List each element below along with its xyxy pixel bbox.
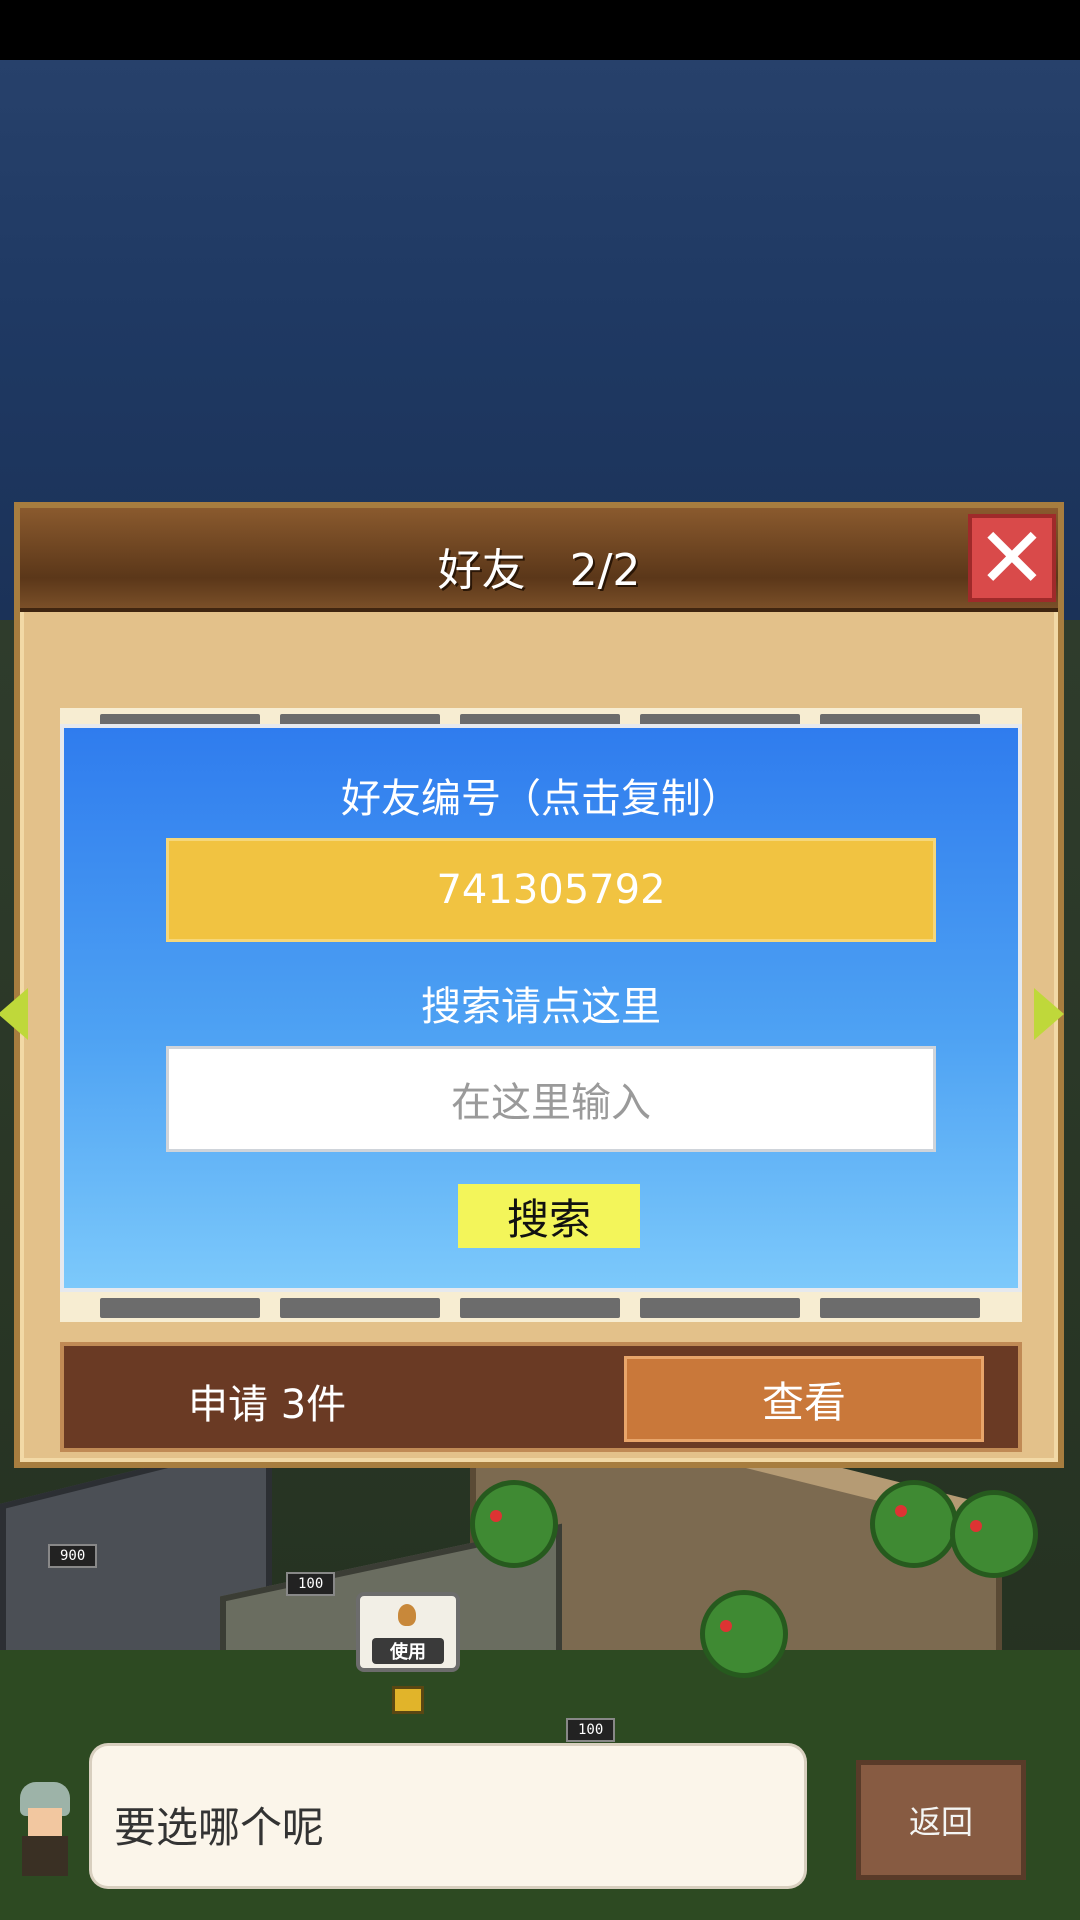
status-bar	[0, 0, 1080, 60]
lock-icon	[392, 1686, 424, 1714]
apple-icon	[970, 1520, 982, 1532]
shelf-slot	[640, 1298, 800, 1318]
dialog-title: 好友 2/2	[437, 545, 641, 596]
shelf-bottom	[60, 1292, 1022, 1322]
message-box: 要选哪个呢	[92, 1746, 804, 1886]
search-input[interactable]: 在这里输入	[166, 1046, 936, 1152]
friend-id-copy-button[interactable]: 741305792	[166, 838, 936, 942]
prev-page-arrow-icon[interactable]	[0, 988, 28, 1040]
use-item-badge[interactable]: 使用	[356, 1592, 460, 1672]
friend-request-bar: 申请 3件 查看	[60, 1342, 1022, 1452]
friend-dialog: 好友 2/2 ✕ 好友编号（点击复制） 741305792 搜索请点这里 在这里…	[0, 502, 1064, 1468]
shelf-slot	[820, 1298, 980, 1318]
apple-icon	[895, 1505, 907, 1517]
avatar-face	[28, 1808, 62, 1836]
apple-tree	[870, 1480, 958, 1568]
close-icon: ✕	[976, 509, 1048, 607]
avatar	[10, 1782, 80, 1882]
map-sign: 900	[48, 1544, 98, 1568]
search-placeholder: 在这里输入	[451, 1080, 651, 1126]
shelf-slot	[100, 1298, 260, 1318]
apple-icon	[490, 1510, 502, 1522]
item-icon	[398, 1604, 416, 1626]
map-sign: 100	[566, 1718, 616, 1742]
search-button[interactable]: 搜索	[458, 1184, 640, 1248]
friend-info-panel: 好友编号（点击复制） 741305792 搜索请点这里 在这里输入 搜索	[60, 724, 1022, 1292]
shelf-slot	[280, 1298, 440, 1318]
back-button[interactable]: 返回	[856, 1760, 1026, 1880]
view-requests-button[interactable]: 查看	[624, 1356, 984, 1442]
next-page-arrow-icon[interactable]	[1034, 988, 1064, 1040]
use-badge-label: 使用	[372, 1638, 444, 1664]
dialog-header: 好友 2/2 ✕	[20, 508, 1058, 612]
apple-tree	[950, 1490, 1038, 1578]
friend-id-label: 好友编号（点击复制）	[341, 776, 741, 822]
map-sign: 100	[286, 1572, 336, 1596]
close-button[interactable]: ✕	[968, 514, 1056, 602]
request-count: 申请 3件	[188, 1382, 347, 1428]
shelf-slot	[460, 1298, 620, 1318]
avatar-body	[22, 1836, 68, 1876]
search-label: 搜索请点这里	[421, 984, 661, 1030]
apple-tree	[470, 1480, 558, 1568]
apple-icon	[720, 1620, 732, 1632]
apple-tree	[700, 1590, 788, 1678]
message-text: 要选哪个呢	[114, 1803, 325, 1852]
friend-id-value: 741305792	[436, 867, 666, 913]
